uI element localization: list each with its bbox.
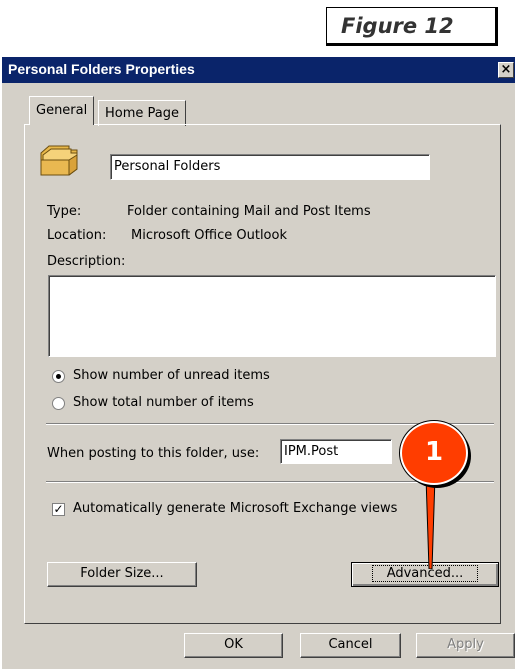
apply-button[interactable]: Apply (416, 633, 515, 658)
auto-views-checkbox[interactable]: ✓ (52, 503, 65, 516)
ok-button-label: OK (224, 637, 243, 652)
cancel-button[interactable]: Cancel (300, 633, 401, 658)
folder-icon (40, 145, 78, 176)
location-value: Microsoft Office Outlook (131, 228, 287, 243)
title-bar[interactable]: Personal Folders Properties × (2, 57, 515, 83)
close-button[interactable]: × (498, 62, 514, 78)
figure-caption-text: Figure 12 (341, 14, 454, 38)
posting-form-value: IPM.Post (284, 444, 339, 459)
callout-number: 1 (424, 437, 444, 467)
apply-button-label: Apply (447, 637, 484, 652)
close-icon: × (500, 62, 512, 77)
folder-size-button-label: Folder Size... (80, 566, 164, 581)
callout-badge: 1 (400, 421, 468, 485)
auto-views-label[interactable]: Automatically generate Microsoft Exchang… (73, 501, 397, 516)
properties-dialog: Personal Folders Properties × General Ho… (0, 57, 515, 669)
location-label: Location: (47, 228, 107, 243)
tab-home-page[interactable]: Home Page (98, 100, 186, 126)
dialog-title: Personal Folders Properties (8, 61, 195, 77)
cancel-button-label: Cancel (328, 637, 373, 652)
tab-general-label: General (36, 103, 88, 118)
tab-general[interactable]: General (29, 96, 95, 125)
radio-show-total[interactable] (52, 397, 65, 410)
tab-home-page-label: Home Page (105, 106, 179, 121)
figure-caption: Figure 12 (326, 7, 498, 46)
posting-form-field[interactable]: IPM.Post (280, 439, 392, 464)
radio-show-total-label[interactable]: Show total number of items (73, 395, 254, 410)
type-value: Folder containing Mail and Post Items (127, 204, 371, 219)
description-textarea[interactable] (48, 275, 496, 357)
radio-show-unread[interactable] (52, 370, 65, 383)
description-label: Description: (47, 254, 126, 269)
folder-size-button[interactable]: Folder Size... (47, 562, 197, 587)
type-label: Type: (47, 204, 82, 219)
radio-show-unread-label[interactable]: Show number of unread items (73, 368, 270, 383)
folder-name-field[interactable]: Personal Folders (110, 154, 430, 180)
folder-name-value: Personal Folders (114, 159, 221, 174)
ok-button[interactable]: OK (184, 633, 283, 658)
posting-label: When posting to this folder, use: (47, 446, 260, 461)
callout-pointer (425, 477, 436, 569)
